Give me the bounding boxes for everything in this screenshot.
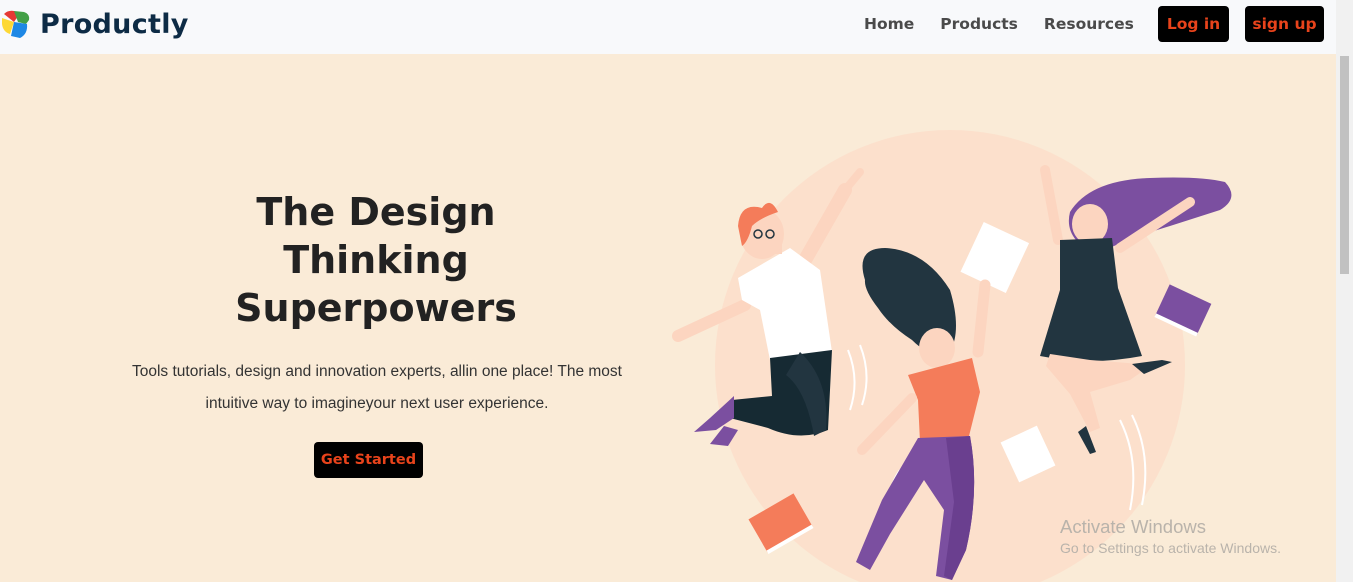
page: Productly Home Products Resources Log in… bbox=[0, 0, 1353, 582]
activate-windows-watermark: Activate Windows Go to Settings to activ… bbox=[1060, 516, 1281, 558]
vertical-scrollbar[interactable] bbox=[1336, 0, 1353, 582]
watermark-subtitle: Go to Settings to activate Windows. bbox=[1060, 540, 1281, 556]
hero-illustration bbox=[672, 130, 1232, 582]
hero-description: Tools tutorials, design and innovation e… bbox=[132, 363, 622, 412]
scrollbar-thumb[interactable] bbox=[1340, 56, 1349, 274]
nav-link-products[interactable]: Products bbox=[940, 15, 1018, 33]
productly-logo-icon bbox=[2, 10, 30, 38]
nav-link-home[interactable]: Home bbox=[864, 15, 914, 33]
brand-name: Productly bbox=[40, 8, 189, 40]
brand[interactable]: Productly bbox=[0, 8, 189, 40]
navbar: Productly Home Products Resources Log in… bbox=[0, 0, 1336, 54]
get-started-button[interactable]: Get Started bbox=[314, 442, 423, 478]
signup-button[interactable]: sign up bbox=[1245, 6, 1324, 42]
login-button[interactable]: Log in bbox=[1158, 6, 1229, 42]
nav-link-resources[interactable]: Resources bbox=[1044, 15, 1134, 33]
watermark-title: Activate Windows bbox=[1060, 516, 1206, 537]
hero-title: The Design Thinking Superpowers bbox=[235, 190, 517, 330]
nav-links: Home Products Resources bbox=[864, 15, 1160, 33]
